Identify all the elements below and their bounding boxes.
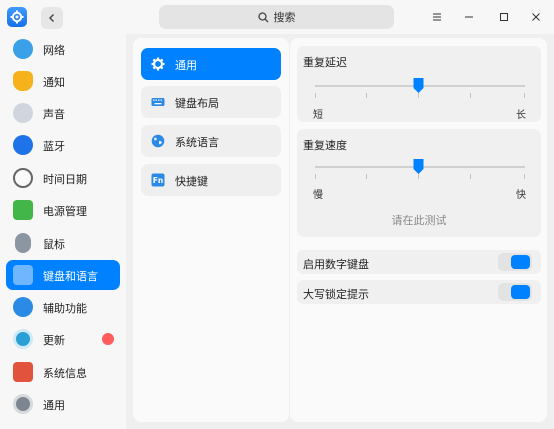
numlock-toggle[interactable] [498, 253, 532, 271]
slider-tick [470, 174, 471, 179]
sidebar-item-system-info[interactable]: 系统信息 [6, 357, 120, 387]
search-box[interactable]: 搜索 [159, 5, 394, 29]
slider-tick [524, 174, 525, 179]
typing-test-field[interactable]: 请在此测试 [297, 212, 541, 228]
repeat-delay-card: 重复延迟 短 长 [297, 46, 541, 122]
bell-icon [13, 71, 33, 91]
sidebar-item-datetime[interactable]: 时间日期 [6, 163, 120, 193]
sidebar-item-label: 网络 [43, 44, 65, 57]
battery-icon [13, 200, 33, 220]
gear-icon [10, 10, 24, 24]
speaker-icon [13, 103, 33, 123]
slider-tick [524, 93, 525, 98]
control-center-app-icon [7, 7, 27, 27]
bluetooth-icon [13, 135, 33, 155]
sidebar-item-label: 鼠标 [43, 238, 65, 251]
mouse-icon [15, 233, 31, 253]
sidebar-item-label: 通知 [43, 76, 65, 89]
globe-icon [151, 134, 165, 148]
search-icon [257, 11, 268, 22]
sidebar-item-label: 蓝牙 [43, 140, 65, 153]
submenu-item-shortcuts[interactable]: Fn 快捷键 [141, 164, 281, 196]
maximize-button[interactable] [495, 8, 513, 26]
capslock-hint-row: 大写锁定提示 [297, 280, 541, 304]
sidebar-item-power[interactable]: 电源管理 [6, 195, 120, 225]
maximize-icon [500, 13, 508, 21]
slider-tick [470, 93, 471, 98]
keyboard-icon [151, 98, 165, 106]
submenu-item-keyboard-layout[interactable]: 键盘布局 [141, 86, 281, 118]
sidebar-item-notifications[interactable]: 通知 [6, 66, 120, 96]
chevron-left-icon [49, 14, 54, 22]
repeat-speed-slider-thumb[interactable] [412, 158, 425, 175]
slider-tick [315, 93, 316, 98]
toggle-knob [511, 285, 530, 299]
repeat-delay-slider-thumb[interactable] [412, 77, 425, 94]
numlock-row: 启用数字键盘 [297, 250, 541, 274]
capslock-hint-label: 大写锁定提示 [303, 288, 369, 301]
keyboard-language-icon [13, 265, 33, 285]
repeat-delay-min-label: 短 [313, 110, 323, 121]
svg-text:Fn: Fn [153, 176, 163, 185]
repeat-speed-title: 重复速度 [303, 139, 347, 152]
submenu-panel: 通用 键盘布局 系统语言 Fn 快捷键 [133, 38, 289, 422]
sidebar-item-label: 声音 [43, 108, 65, 121]
sidebar-item-label: 时间日期 [43, 173, 87, 186]
repeat-speed-min-label: 慢 [313, 190, 323, 201]
sidebar-item-label: 辅助功能 [43, 302, 87, 315]
hamburger-menu-icon [433, 13, 441, 21]
sidebar-item-label: 电源管理 [43, 205, 87, 218]
sidebar-item-keyboard-language[interactable]: 键盘和语言 [6, 260, 120, 290]
sidebar-item-general[interactable]: 通用 [6, 389, 120, 419]
sidebar-item-update[interactable]: 更新 [6, 324, 120, 354]
sidebar-item-label: 通用 [43, 399, 65, 412]
toggle-knob [511, 255, 530, 269]
fn-key-icon: Fn [151, 173, 165, 187]
submenu-item-general[interactable]: 通用 [141, 48, 281, 80]
numlock-label: 启用数字键盘 [303, 258, 369, 271]
submenu-item-system-language[interactable]: 系统语言 [141, 125, 281, 157]
slider-tick [366, 93, 367, 98]
settings-panel: 重复延迟 短 长 重复速度 慢 快 请在此测试 启用数字键盘 大写锁定提示 [290, 38, 547, 422]
repeat-speed-max-label: 快 [516, 190, 526, 201]
close-icon [532, 13, 540, 21]
submenu-item-label: 通用 [175, 59, 197, 72]
sidebar-item-network[interactable]: 网络 [6, 34, 120, 64]
update-badge [102, 333, 114, 345]
minimize-button[interactable] [460, 8, 478, 26]
back-button[interactable] [41, 7, 63, 29]
sidebar-item-sound[interactable]: 声音 [6, 98, 120, 128]
sidebar-item-accessibility[interactable]: 辅助功能 [6, 292, 120, 322]
sidebar-item-label: 系统信息 [43, 367, 87, 380]
sidebar-item-label: 更新 [43, 334, 65, 347]
minimize-icon [465, 16, 473, 18]
sidebar-item-bluetooth[interactable]: 蓝牙 [6, 130, 120, 160]
submenu-item-label: 键盘布局 [175, 97, 219, 110]
slider-tick [315, 174, 316, 179]
capslock-hint-toggle[interactable] [498, 283, 532, 301]
gear-icon [151, 57, 165, 71]
network-icon [13, 39, 33, 59]
repeat-delay-title: 重复延迟 [303, 56, 347, 69]
sidebar-item-label: 键盘和语言 [43, 270, 98, 283]
accessibility-icon [13, 297, 33, 317]
title-bar: 搜索 [0, 0, 554, 34]
repeat-speed-card: 重复速度 慢 快 请在此测试 [297, 129, 541, 237]
repeat-delay-max-label: 长 [516, 110, 526, 121]
sidebar-item-mouse[interactable]: 鼠标 [6, 228, 120, 258]
general-icon [13, 394, 33, 414]
menu-button[interactable] [428, 8, 446, 26]
slider-tick [366, 174, 367, 179]
submenu-item-label: 系统语言 [175, 136, 219, 149]
close-button[interactable] [527, 8, 545, 26]
search-placeholder: 搜索 [273, 11, 296, 24]
system-info-icon [13, 362, 33, 382]
update-icon [13, 329, 33, 349]
submenu-item-label: 快捷键 [175, 175, 208, 188]
sidebar: 网络 通知 声音 蓝牙 时间日期 电源管理 鼠标 键盘和语言 辅助功能 更新 系… [0, 34, 126, 429]
clock-icon [13, 168, 33, 188]
